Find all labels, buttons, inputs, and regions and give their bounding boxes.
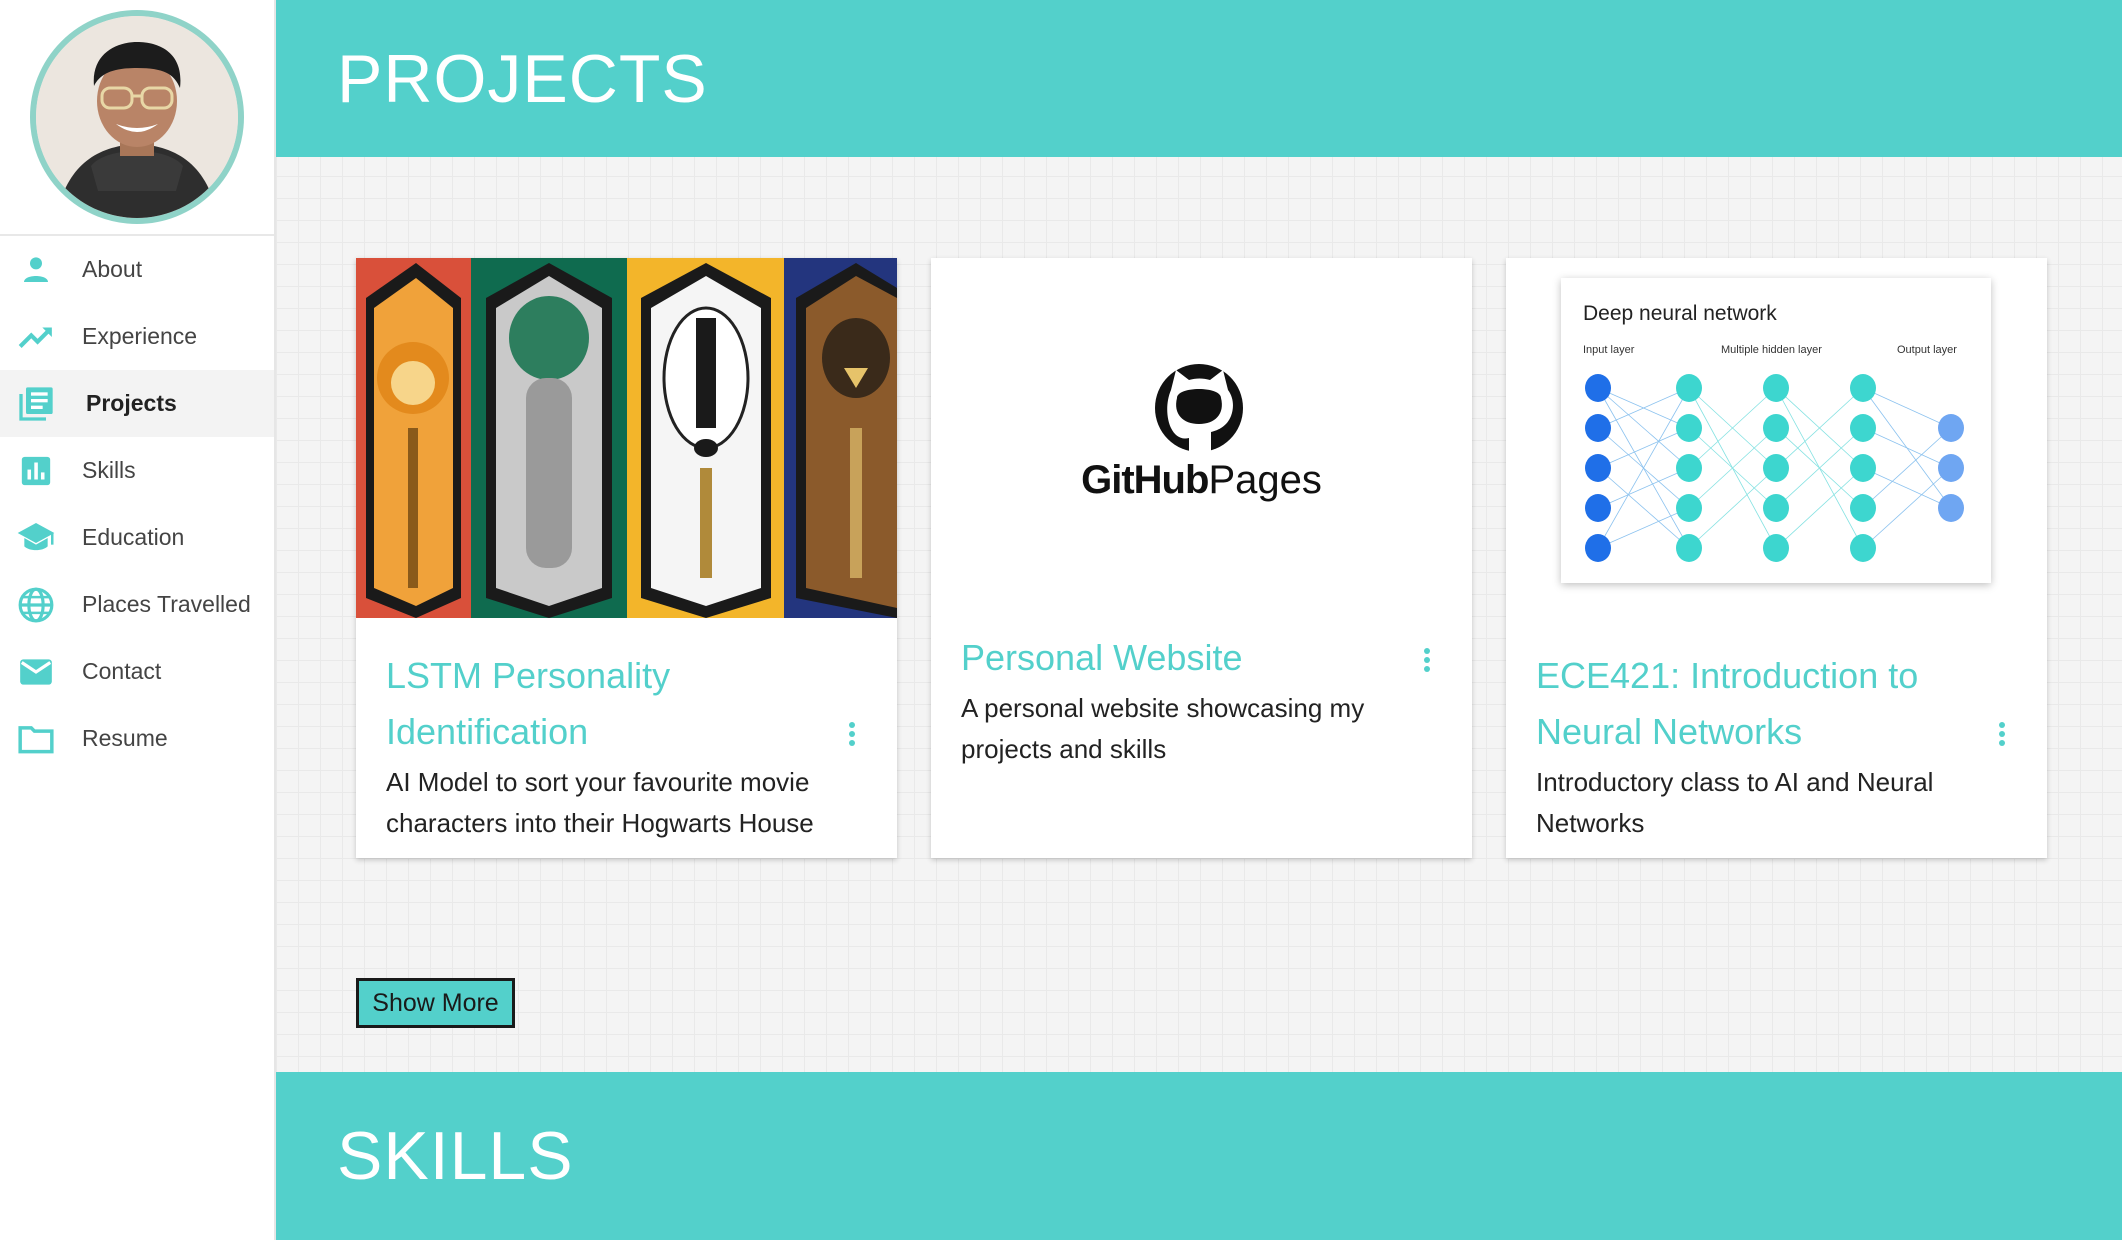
main-content: PROJECTS LSTM Personality Identification… [276, 0, 2122, 1240]
trending-up-icon [16, 317, 56, 357]
globe-icon [16, 585, 56, 625]
project-description: AI Model to sort your favourite movie ch… [386, 767, 814, 838]
project-card[interactable]: LSTM Personality Identification AI Model… [356, 258, 897, 858]
sidebar-item-label: Projects [86, 390, 177, 416]
sidebar-item-label: Education [82, 524, 185, 550]
project-card[interactable]: Deep neural network Input layer Multiple… [1506, 258, 2047, 858]
library-books-icon [16, 384, 56, 424]
avatar [30, 10, 244, 224]
neural-network-image: Deep neural network Input layer Multiple… [1506, 258, 2047, 618]
project-title[interactable]: Personal Website [961, 630, 1391, 686]
project-card[interactable]: GitHubPages Personal Website A personal … [931, 258, 1472, 858]
sidebar-item-label: Skills [82, 457, 136, 483]
profile-header [0, 0, 274, 236]
person-icon [16, 250, 56, 290]
projects-section-title: PROJECTS [276, 0, 2122, 157]
project-title[interactable]: ECE421: Introduction to Neural Networks [1536, 648, 1966, 760]
sidebar-item-label: Resume [82, 725, 168, 751]
more-vert-icon[interactable] [1987, 716, 2017, 752]
nn-diagram-frame: Deep neural network Input layer Multiple… [1561, 278, 1991, 583]
github-wordmark-right: Pages [1208, 458, 1322, 502]
sidebar-item-label: About [82, 256, 143, 282]
sidebar-item-label: Experience [82, 323, 198, 349]
sidebar-item-projects[interactable]: Projects [0, 370, 274, 437]
more-vert-icon[interactable] [1412, 642, 1442, 678]
github-wordmark-left: GitHub [1081, 458, 1209, 502]
bar-chart-icon [16, 451, 56, 491]
project-cards: LSTM Personality Identification AI Model… [356, 258, 2047, 858]
github-pages-logo: GitHubPages [931, 258, 1472, 618]
graduation-cap-icon [16, 518, 56, 558]
more-vert-icon[interactable] [837, 716, 867, 752]
skills-section-title: SKILLS [276, 1072, 2122, 1240]
sidebar-nav: About Experience Projects Skills Educati… [0, 236, 274, 772]
sidebar-item-contact[interactable]: Contact [0, 638, 274, 705]
sidebar: About Experience Projects Skills Educati… [0, 0, 276, 1240]
project-title[interactable]: LSTM Personality Identification [386, 648, 816, 760]
sidebar-item-label: Places Travelled [82, 591, 251, 617]
mail-icon [16, 652, 56, 692]
folder-icon [16, 719, 56, 759]
project-description: Introductory class to AI and Neural Netw… [1536, 767, 1934, 838]
sidebar-item-resume[interactable]: Resume [0, 705, 274, 772]
sidebar-item-skills[interactable]: Skills [0, 437, 274, 504]
show-more-button[interactable]: Show More [356, 978, 515, 1028]
project-description: A personal website showcasing my project… [961, 693, 1365, 764]
sidebar-item-experience[interactable]: Experience [0, 303, 274, 370]
sidebar-item-label: Contact [82, 658, 162, 684]
sidebar-item-places-travelled[interactable]: Places Travelled [0, 571, 274, 638]
sidebar-item-education[interactable]: Education [0, 504, 274, 571]
sidebar-item-about[interactable]: About [0, 236, 274, 303]
hogwarts-houses-image [356, 258, 897, 618]
github-pages-wordmark: GitHubPages [931, 458, 1472, 503]
